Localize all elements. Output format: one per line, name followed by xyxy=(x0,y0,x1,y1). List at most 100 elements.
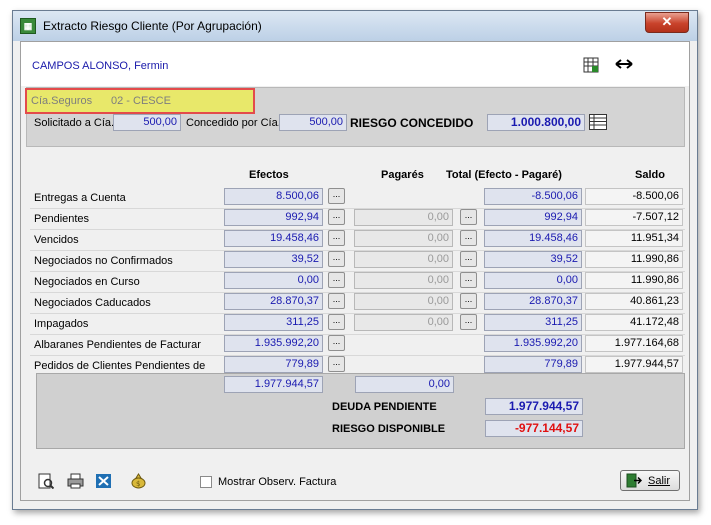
expand-horizontal-icon[interactable] xyxy=(615,57,633,74)
efectos-detail-button[interactable]: ... xyxy=(328,251,345,267)
saldo-field[interactable]: 11.990,86 xyxy=(585,251,683,268)
row-label: Pedidos de Clientes Pendientes de xyxy=(34,360,206,372)
efectos-detail-button[interactable]: ... xyxy=(328,209,345,225)
efectos-field[interactable]: 311,25 xyxy=(224,314,323,331)
saldo-field[interactable]: 11.951,34 xyxy=(585,230,683,247)
total-field[interactable]: 39,52 xyxy=(484,251,582,268)
close-icon: ✕ xyxy=(661,14,673,29)
cia-value: 02 - CESCE xyxy=(111,95,171,107)
efectos-field[interactable]: 0,00 xyxy=(224,272,323,289)
salir-label: Salir xyxy=(648,475,671,487)
saldo-field[interactable]: 41.172,48 xyxy=(585,314,683,331)
close-button[interactable]: ✕ xyxy=(645,12,689,33)
deuda-pendiente-label: DEUDA PENDIENTE xyxy=(332,401,437,413)
concedido-label: Concedido por Cía. xyxy=(186,117,281,129)
efectos-detail-button[interactable]: ... xyxy=(328,230,345,246)
solicitado-field[interactable]: 500,00 xyxy=(113,114,181,131)
total-field[interactable]: -8.500,06 xyxy=(484,188,582,205)
saldo-field[interactable]: 40.861,23 xyxy=(585,293,683,310)
total-field[interactable]: 992,94 xyxy=(484,209,582,226)
saldo-field[interactable]: 11.990,86 xyxy=(585,272,683,289)
row-label: Pendientes xyxy=(34,213,90,225)
efectos-detail-button[interactable]: ... xyxy=(328,356,345,372)
efectos-field[interactable]: 779,89 xyxy=(224,356,323,373)
cia-label: Cía.Seguros xyxy=(31,95,93,107)
row-label: Albaranes Pendientes de Facturar xyxy=(34,339,201,351)
saldo-field[interactable]: 1.977.164,68 xyxy=(585,335,683,352)
pagares-field[interactable]: 0,00 xyxy=(354,230,453,247)
total-field[interactable]: 1.935.992,20 xyxy=(484,335,582,352)
efectos-field[interactable]: 1.935.992,20 xyxy=(224,335,323,352)
client-area: CAMPOS ALONSO, Fermin Cía.Seguros 02 - C… xyxy=(20,41,690,501)
total-pagares-field[interactable]: 0,00 xyxy=(355,376,454,393)
pagares-detail-button[interactable]: ... xyxy=(460,314,477,330)
riesgo-disponible-field[interactable]: -977.144,57 xyxy=(485,420,583,437)
row-label: Negociados Caducados xyxy=(34,297,151,309)
pagares-field[interactable]: 0,00 xyxy=(354,293,453,310)
grid-icon[interactable] xyxy=(583,57,599,76)
efectos-detail-button[interactable]: ... xyxy=(328,314,345,330)
efectos-field[interactable]: 19.458,46 xyxy=(224,230,323,247)
pagares-field[interactable]: 0,00 xyxy=(354,272,453,289)
svg-text:$: $ xyxy=(136,480,140,488)
header-strip: CAMPOS ALONSO, Fermin xyxy=(21,42,689,86)
riesgo-disponible-label: RIESGO DISPONIBLE xyxy=(332,423,446,435)
saldo-field[interactable]: -7.507,12 xyxy=(585,209,683,226)
row-label: Vencidos xyxy=(34,234,79,246)
efectos-field[interactable]: 28.870,37 xyxy=(224,293,323,310)
row-label: Negociados en Curso xyxy=(34,276,140,288)
app-icon: ▦ xyxy=(20,18,36,34)
title-bar: ▦ Extracto Riesgo Cliente (Por Agrupació… xyxy=(13,11,697,41)
preview-icon[interactable] xyxy=(38,473,55,492)
col-saldo: Saldo xyxy=(635,169,665,181)
efectos-detail-button[interactable]: ... xyxy=(328,293,345,309)
saldo-field[interactable]: -8.500,06 xyxy=(585,188,683,205)
concedido-field[interactable]: 500,00 xyxy=(279,114,347,131)
efectos-detail-button[interactable]: ... xyxy=(328,188,345,204)
money-bag-icon[interactable]: $ xyxy=(130,473,147,492)
exit-door-icon xyxy=(626,473,643,491)
main-window: ▦ Extracto Riesgo Cliente (Por Agrupació… xyxy=(12,10,698,510)
col-efectos: Efectos xyxy=(249,169,289,181)
total-efectos-field[interactable]: 1.977.944,57 xyxy=(224,376,323,393)
row-label: Entregas a Cuenta xyxy=(34,192,126,204)
total-field[interactable]: 779,89 xyxy=(484,356,582,373)
col-total: Total (Efecto - Pagaré) xyxy=(446,169,562,181)
client-name: CAMPOS ALONSO, Fermin xyxy=(32,60,169,72)
pagares-detail-button[interactable]: ... xyxy=(460,293,477,309)
deuda-pendiente-field[interactable]: 1.977.944,57 xyxy=(485,398,583,415)
efectos-field[interactable]: 992,94 xyxy=(224,209,323,226)
efectos-field[interactable]: 8.500,06 xyxy=(224,188,323,205)
total-field[interactable]: 19.458,46 xyxy=(484,230,582,247)
mostrar-observ-label: Mostrar Observ. Factura xyxy=(218,476,337,488)
total-field[interactable]: 311,25 xyxy=(484,314,582,331)
row-label: Negociados no Confirmados xyxy=(34,255,173,267)
pagares-detail-button[interactable]: ... xyxy=(460,209,477,225)
salir-button[interactable]: Salir xyxy=(620,470,680,491)
total-field[interactable]: 28.870,37 xyxy=(484,293,582,310)
pagares-field[interactable]: 0,00 xyxy=(354,209,453,226)
cia-seguros-box: Cía.Seguros 02 - CESCE xyxy=(25,88,255,114)
row-label: Impagados xyxy=(34,318,89,330)
riesgo-concedido-label: RIESGO CONCEDIDO xyxy=(350,116,474,130)
pagares-field[interactable]: 0,00 xyxy=(354,314,453,331)
window-title: Extracto Riesgo Cliente (Por Agrupación) xyxy=(43,19,262,33)
pagares-field[interactable]: 0,00 xyxy=(354,251,453,268)
efectos-detail-button[interactable]: ... xyxy=(328,335,345,351)
pagares-detail-button[interactable]: ... xyxy=(460,272,477,288)
mostrar-observ-checkbox[interactable] xyxy=(200,476,212,488)
riesgo-panel: Cía.Seguros 02 - CESCE Solicitado a Cía.… xyxy=(25,87,685,147)
excel-icon[interactable] xyxy=(95,473,112,492)
solicitado-label: Solicitado a Cía. xyxy=(34,117,115,129)
saldo-field[interactable]: 1.977.944,57 xyxy=(585,356,683,373)
totals-panel: 1.977.944,57 0,00 DEUDA PENDIENTE 1.977.… xyxy=(36,373,685,449)
table-icon[interactable] xyxy=(589,114,607,133)
pagares-detail-button[interactable]: ... xyxy=(460,251,477,267)
total-field[interactable]: 0,00 xyxy=(484,272,582,289)
pagares-detail-button[interactable]: ... xyxy=(460,230,477,246)
efectos-detail-button[interactable]: ... xyxy=(328,272,345,288)
print-icon[interactable] xyxy=(67,473,84,492)
efectos-field[interactable]: 39,52 xyxy=(224,251,323,268)
col-pagares: Pagarés xyxy=(381,169,424,181)
riesgo-concedido-field[interactable]: 1.000.800,00 xyxy=(487,114,585,131)
